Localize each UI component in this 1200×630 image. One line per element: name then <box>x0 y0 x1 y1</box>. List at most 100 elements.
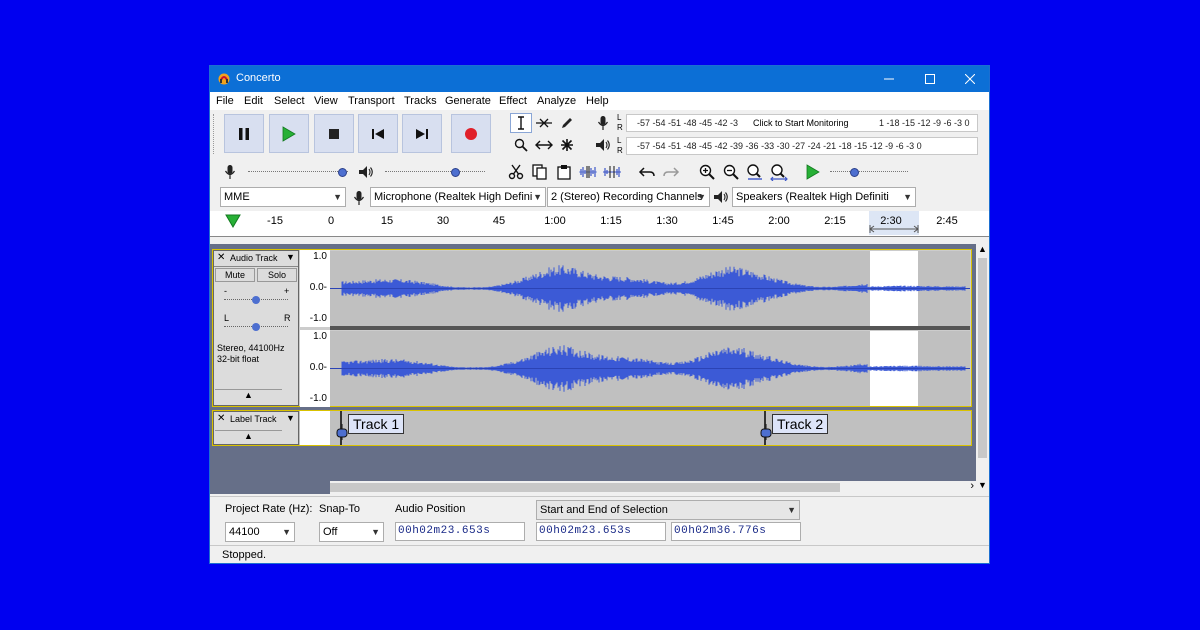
selection-end-field[interactable]: 00h02m36.776s <box>671 522 801 541</box>
cut-button[interactable] <box>505 162 527 182</box>
multi-tool[interactable] <box>556 135 578 155</box>
play-at-speed-button[interactable] <box>802 162 824 182</box>
envelope-tool[interactable] <box>533 113 555 133</box>
label-track-name[interactable]: Label Track <box>230 414 277 424</box>
menu-generate[interactable]: Generate <box>445 95 491 107</box>
menu-effect[interactable]: Effect <box>499 95 527 107</box>
menu-help[interactable]: Help <box>586 95 609 107</box>
draw-tool[interactable] <box>556 113 578 133</box>
timeline-ruler[interactable]: -15 0 15 30 45 1:00 1:15 1:30 1:45 2:00 2:15 2:30 2:… <box>210 211 989 237</box>
close-icon[interactable]: ✕ <box>217 413 225 424</box>
vertical-scroll-thumb[interactable] <box>978 258 987 458</box>
pan-thumb[interactable] <box>252 323 260 331</box>
channels-select[interactable]: 2 (Stereo) Recording Channels ▼ <box>547 187 710 207</box>
pause-button[interactable] <box>224 114 264 153</box>
skip-to-start-button[interactable] <box>358 114 398 153</box>
stop-button[interactable] <box>314 114 354 153</box>
waveform-right-channel[interactable] <box>330 331 970 406</box>
redo-button[interactable] <box>660 162 682 182</box>
waveform-left-channel[interactable] <box>330 251 970 326</box>
playback-meter[interactable]: -57 -54 -51 -48 -45 -42 -39 -36 -33 -30 … <box>626 137 978 155</box>
scroll-right-icon[interactable]: › <box>970 480 974 492</box>
selection-start-field[interactable]: 00h02m23.653s <box>536 522 666 541</box>
snap-to-select[interactable]: Off ▼ <box>319 522 384 542</box>
label-1[interactable]: Track 1 <box>348 414 405 434</box>
ruler-tick-label: 1:30 <box>656 215 678 227</box>
record-meter[interactable]: -57 -54 -51 -48 -45 -42 -3 Click to Star… <box>626 114 978 132</box>
play-meter-button[interactable] <box>592 135 614 155</box>
label-handle-icon[interactable] <box>760 424 772 440</box>
trim-button[interactable] <box>577 162 599 182</box>
playback-volume-slider[interactable] <box>385 168 485 177</box>
mute-button[interactable]: Mute <box>215 268 255 282</box>
audio-host-value: MME <box>224 191 250 203</box>
ruler-tick-label: 2:45 <box>936 215 958 227</box>
clipboard-icon <box>557 165 571 180</box>
menu-analyze[interactable]: Analyze <box>537 95 576 107</box>
recording-volume-thumb[interactable] <box>338 168 347 177</box>
scroll-up-icon[interactable]: ▲ <box>978 244 987 254</box>
gain-thumb[interactable] <box>252 296 260 304</box>
chevron-down-icon[interactable]: ▼ <box>286 413 295 423</box>
channels-value: 2 (Stereo) Recording Channels <box>551 191 703 203</box>
playback-volume-thumb[interactable] <box>451 168 460 177</box>
microphone-icon <box>597 116 609 130</box>
track-format: Stereo, 44100Hz <box>217 343 285 353</box>
collapse-track-button[interactable]: ▲ <box>215 389 282 405</box>
menu-select[interactable]: Select <box>274 95 305 107</box>
input-device-select[interactable]: Microphone (Realtek High Defini ▼ <box>370 187 546 207</box>
horizontal-scroll-thumb[interactable] <box>330 483 840 492</box>
selection-tool[interactable] <box>510 113 532 133</box>
status-text: Stopped. <box>222 549 267 561</box>
gain-slider[interactable] <box>224 296 288 304</box>
menu-view[interactable]: View <box>314 95 338 107</box>
monitoring-prompt: Click to Start Monitoring <box>752 118 850 128</box>
play-button[interactable] <box>269 114 309 153</box>
close-icon[interactable]: ✕ <box>217 252 225 263</box>
menu-transport[interactable]: Transport <box>348 95 395 107</box>
toolbar-grip[interactable] <box>213 114 217 154</box>
audio-host-select[interactable]: MME ▼ <box>220 187 346 207</box>
selection-mode-select[interactable]: Start and End of Selection ▼ <box>536 500 800 520</box>
fit-selection-button[interactable] <box>744 162 766 182</box>
menu-edit[interactable]: Edit <box>244 95 263 107</box>
play-speed-thumb[interactable] <box>850 168 859 177</box>
vertical-scrollbar[interactable]: ▲ ▼ <box>976 244 989 494</box>
minimize-button[interactable] <box>869 66 909 92</box>
audio-track-name[interactable]: Audio Track <box>230 253 278 263</box>
skip-to-end-button[interactable] <box>402 114 442 153</box>
record-button[interactable] <box>451 114 491 153</box>
scroll-down-icon[interactable]: ▼ <box>978 480 987 490</box>
audio-position-field[interactable]: 00h02m23.653s <box>395 522 525 541</box>
fit-project-button[interactable] <box>768 162 790 182</box>
label-2[interactable]: Track 2 <box>772 414 829 434</box>
close-button[interactable] <box>950 66 989 92</box>
zoom-in-icon <box>699 164 715 180</box>
silence-button[interactable] <box>601 162 623 182</box>
undo-button[interactable] <box>636 162 658 182</box>
time-shift-tool[interactable] <box>533 135 555 155</box>
play-speed-slider[interactable] <box>830 168 908 177</box>
menu-tracks[interactable]: Tracks <box>404 95 437 107</box>
copy-button[interactable] <box>529 162 551 182</box>
project-rate-select[interactable]: 44100 ▼ <box>225 522 295 542</box>
maximize-button[interactable] <box>910 66 950 92</box>
collapse-label-track-button[interactable]: ▲ <box>215 430 282 445</box>
snap-to-value: Off <box>323 526 338 538</box>
chevron-down-icon[interactable]: ▼ <box>286 252 295 262</box>
output-device-select[interactable]: Speakers (Realtek High Definiti ▼ <box>732 187 916 207</box>
ruler-tick-label: -15 <box>267 215 283 227</box>
solo-button[interactable]: Solo <box>257 268 297 282</box>
paste-button[interactable] <box>553 162 575 182</box>
trim-audio-icon <box>579 166 597 178</box>
horizontal-scrollbar[interactable]: › <box>330 480 976 494</box>
recording-volume-slider[interactable] <box>248 168 348 177</box>
pan-slider[interactable] <box>224 323 288 331</box>
menu-file[interactable]: File <box>216 95 234 107</box>
label-handle-icon[interactable] <box>336 424 348 440</box>
zoom-tool[interactable] <box>510 135 532 155</box>
record-meter-button[interactable] <box>592 113 614 133</box>
zoom-out-button[interactable] <box>720 162 742 182</box>
zoom-in-button[interactable] <box>696 162 718 182</box>
waveform-scale-top: 1.0 0.0- -1.0 <box>300 250 330 327</box>
